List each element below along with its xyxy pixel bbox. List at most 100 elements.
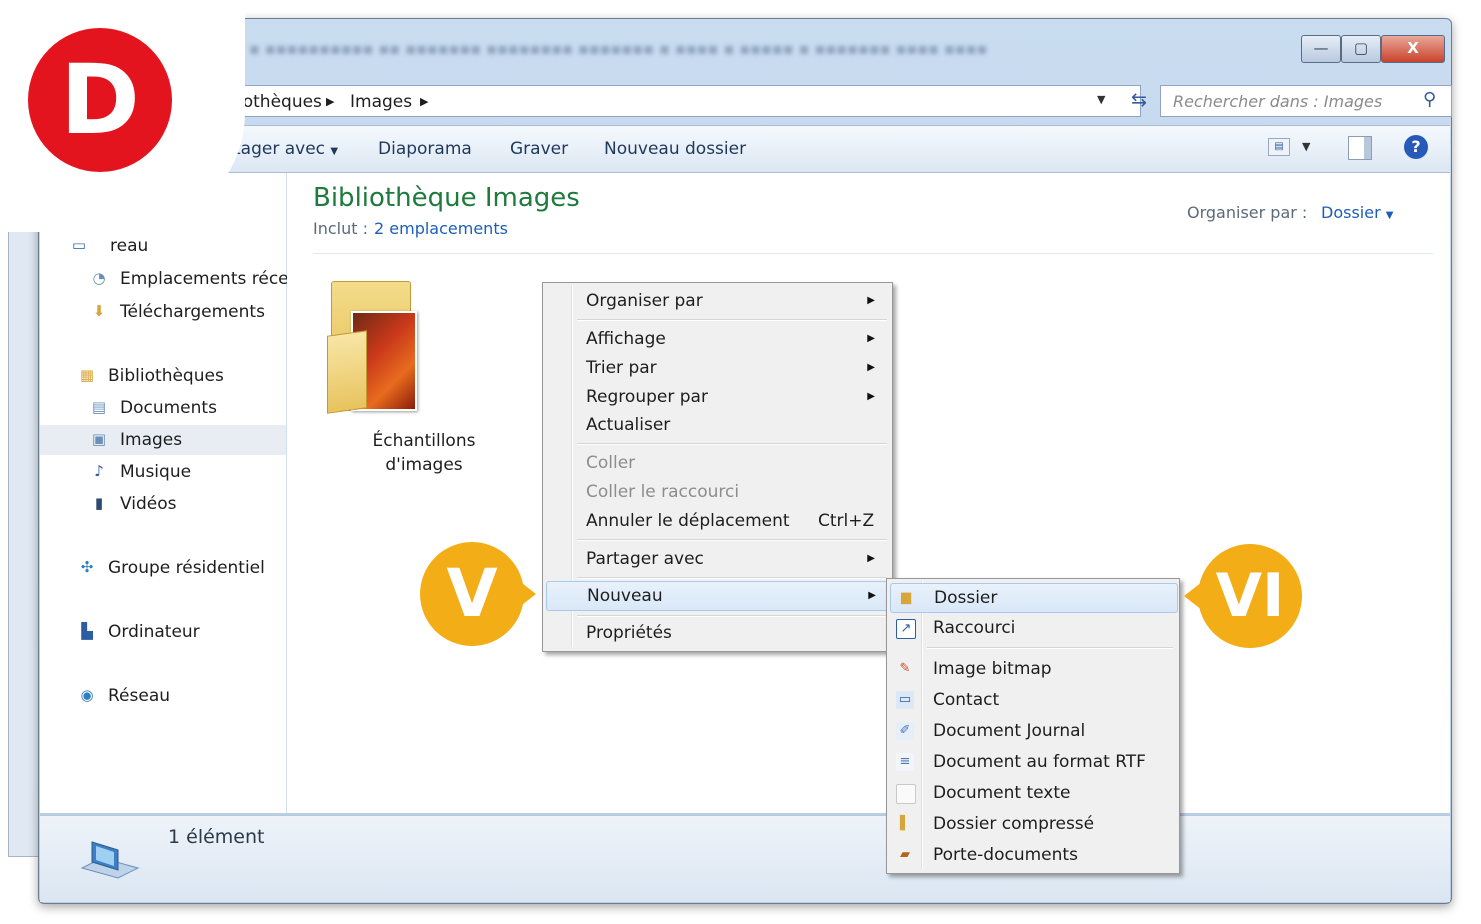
pictures-icon: ▣	[91, 430, 107, 448]
documents-icon: ▤	[91, 398, 107, 416]
minimize-button[interactable]: —	[1301, 35, 1341, 63]
submenu-item-rtf[interactable]: ≡ Document au format RTF	[890, 748, 1176, 776]
menu-item-paste: Coller	[546, 449, 889, 477]
menu-item-undo-move[interactable]: Annuler le déplacement Ctrl+Z	[546, 507, 889, 535]
nav-item-music[interactable]: ♪ Musique	[40, 457, 286, 487]
nav-item-downloads[interactable]: ⬇ Téléchargements	[40, 297, 286, 327]
folder-label-line1: Échantillons	[372, 431, 476, 451]
nav-item-label: Réseau	[108, 686, 171, 706]
homegroup-icon: ✣	[80, 558, 94, 576]
submenu-item-label: Porte-documents	[933, 845, 1078, 865]
menu-item-label: Coller le raccourci	[586, 482, 740, 502]
menu-separator	[577, 577, 887, 579]
help-icon[interactable]: ?	[1404, 135, 1428, 159]
breadcrumb-images[interactable]: Images	[350, 92, 412, 112]
nav-item-recent-places[interactable]: ◔ Emplacements récen	[40, 264, 299, 294]
nav-item-libraries[interactable]: ▦ Bibliothèques	[40, 361, 286, 391]
menu-item-view[interactable]: Affichage ▶	[546, 325, 889, 353]
submenu-item-label: Raccourci	[933, 618, 1016, 638]
folder-icon: ▆	[901, 590, 911, 605]
nav-item-computer[interactable]: ▙ Ordinateur	[40, 617, 286, 647]
breadcrumb-libraries[interactable]: iothèques	[238, 92, 322, 112]
computer-icon: ▙	[81, 622, 93, 640]
item-count: 1 élément	[168, 826, 265, 848]
menu-item-new[interactable]: Nouveau ▶	[546, 581, 891, 611]
nav-item-homegroup[interactable]: ✣ Groupe résidentiel	[40, 553, 286, 583]
submenu-arrow-icon: ▶	[867, 553, 875, 564]
submenu-item-shortcut[interactable]: ↗ Raccourci	[890, 614, 1176, 642]
nav-item-documents[interactable]: ▤ Documents	[40, 393, 286, 423]
submenu-item-text-document[interactable]: Document texte	[890, 779, 1176, 807]
libraries-icon: ▦	[79, 366, 95, 384]
menu-item-share-with[interactable]: Partager avec ▶	[546, 545, 889, 573]
title-bar-blurred-path: ▪ ▪▪▪▪▪▪▪▪▪▪ ▪▪ ▪▪▪▪▪▪▪ ▪▪▪▪▪▪▪▪ ▪▪▪▪▪▪▪…	[249, 39, 988, 57]
close-button[interactable]: X	[1381, 35, 1445, 63]
breadcrumb-separator-icon[interactable]: ▶	[420, 95, 428, 108]
menu-separator	[927, 647, 1173, 649]
desktop-icon: ▭	[71, 236, 87, 254]
new-folder-button[interactable]: Nouveau dossier	[604, 139, 746, 159]
change-view-icon[interactable]: ▤	[1268, 138, 1290, 156]
menu-item-properties[interactable]: Propriétés	[546, 619, 889, 647]
nav-item-label: Documents	[120, 398, 217, 418]
submenu-item-bitmap[interactable]: ✎ Image bitmap	[890, 655, 1176, 683]
nav-item-images[interactable]: ▣ Images	[40, 425, 286, 455]
step-badge-d: D	[28, 28, 172, 172]
menu-item-label: Partager avec	[586, 549, 704, 569]
includes-label: Inclut :	[313, 219, 368, 238]
includes-locations-link[interactable]: 2 emplacements	[374, 219, 508, 238]
search-input[interactable]: Rechercher dans : Images ⚲	[1160, 85, 1452, 117]
slideshow-button[interactable]: Diaporama	[378, 139, 472, 159]
nav-item-label: Emplacements récen	[120, 269, 300, 289]
submenu-item-label: Dossier compressé	[933, 814, 1095, 834]
submenu-item-label: Image bitmap	[933, 659, 1052, 679]
title-bar[interactable]: ▪ ▪▪▪▪▪▪▪▪▪▪ ▪▪ ▪▪▪▪▪▪▪ ▪▪▪▪▪▪▪▪ ▪▪▪▪▪▪▪…	[39, 19, 1451, 65]
new-submenu: ▆ Dossier ↗ Raccourci ✎ Image bitmap ▭ Conta…	[886, 578, 1180, 874]
details-pane: 1 élément	[40, 815, 1450, 902]
submenu-arrow-icon: ▶	[868, 590, 876, 601]
menu-separator	[577, 443, 887, 445]
menu-item-shortcut: Ctrl+Z	[818, 511, 875, 531]
submenu-arrow-icon: ▶	[867, 333, 875, 344]
nav-item-label: Vidéos	[120, 494, 177, 514]
submenu-item-contact[interactable]: ▭ Contact	[890, 686, 1176, 714]
text-document-icon	[896, 784, 916, 804]
nav-item-label: Téléchargements	[120, 302, 265, 322]
address-history-chevron-down-icon[interactable]: ▼	[1097, 85, 1115, 115]
submenu-item-briefcase[interactable]: ▰ Porte-documents	[890, 841, 1176, 869]
submenu-item-journal[interactable]: ✐ Document Journal	[890, 717, 1176, 745]
address-bar[interactable]: iothèques ▶ Images ▶	[229, 85, 1141, 117]
nav-item-label: reau	[110, 236, 149, 256]
contact-icon: ▭	[896, 691, 914, 709]
preview-pane-icon[interactable]	[1348, 136, 1372, 160]
library-status-icon	[80, 841, 140, 879]
menu-separator	[577, 615, 887, 617]
burn-button[interactable]: Graver	[510, 139, 568, 159]
view-options-chevron-down-icon[interactable]: ▼	[1302, 140, 1310, 153]
menu-item-refresh[interactable]: Actualiser	[546, 411, 889, 439]
folder-label[interactable]: Échantillons d'images	[339, 429, 509, 477]
submenu-item-folder[interactable]: ▆ Dossier	[890, 583, 1178, 613]
menu-item-group-by[interactable]: Regrouper par ▶	[546, 383, 889, 411]
menu-item-organize-by[interactable]: Organiser par ▶	[546, 287, 889, 315]
command-bar: tager avec ▼ Diaporama Graver Nouveau do…	[40, 125, 1450, 173]
nav-item-network[interactable]: ◉ Réseau	[40, 681, 286, 711]
menu-item-sort-by[interactable]: Trier par ▶	[546, 354, 889, 382]
nav-item-label: Ordinateur	[108, 622, 200, 642]
folder-front-shape	[327, 330, 367, 414]
nav-item-desktop[interactable]: ▭ reau	[40, 231, 286, 261]
maximize-button[interactable]: ▢	[1341, 35, 1381, 63]
menu-item-label: Affichage	[586, 329, 666, 349]
submenu-item-zip-folder[interactable]: ▌ Dossier compressé	[890, 810, 1176, 838]
refresh-icon[interactable]: ⇆	[1124, 85, 1154, 115]
submenu-item-label: Dossier	[934, 588, 998, 608]
organize-by-dropdown[interactable]: Dossier ▼	[1321, 203, 1393, 222]
music-icon: ♪	[94, 462, 104, 480]
recent-places-icon: ◔	[92, 269, 106, 287]
menu-item-label: Propriétés	[586, 623, 672, 643]
breadcrumb-separator-icon[interactable]: ▶	[326, 95, 334, 108]
sample-pictures-folder-icon[interactable]	[327, 273, 427, 423]
search-icon[interactable]: ⚲	[1423, 89, 1436, 110]
nav-item-videos[interactable]: ▮ Vidéos	[40, 489, 286, 519]
share-with-button[interactable]: tager avec ▼	[234, 139, 338, 159]
